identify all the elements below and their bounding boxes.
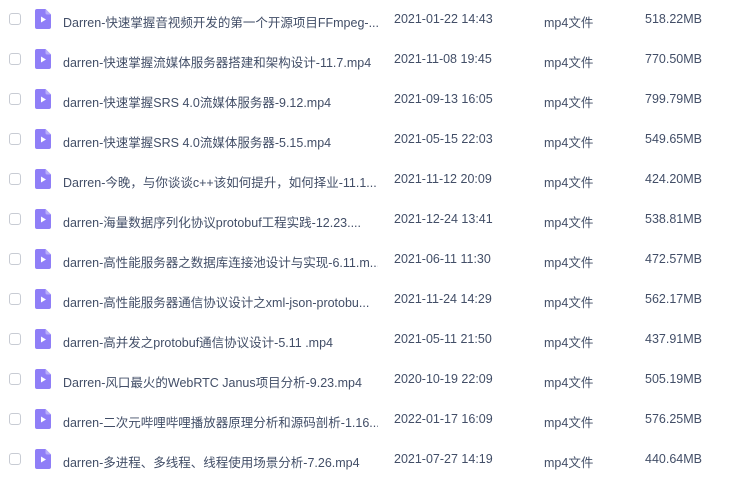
file-size: 576.25MB bbox=[645, 412, 702, 426]
row-checkbox[interactable] bbox=[9, 213, 21, 225]
video-file-icon bbox=[35, 9, 51, 29]
video-file-icon bbox=[35, 449, 51, 469]
video-file-icon bbox=[35, 249, 51, 269]
video-file-icon bbox=[35, 129, 51, 149]
file-row[interactable]: Darren-快速掌握音视频开发的第一个开源项目FFmpeg-... 2021-… bbox=[0, 0, 739, 40]
file-name[interactable]: darren-高并发之protobuf通信协议设计-5.11 .mp4 bbox=[63, 332, 378, 351]
file-type: mp4文件 bbox=[544, 456, 594, 470]
file-type: mp4文件 bbox=[544, 416, 594, 430]
file-name[interactable]: darren-快速掌握SRS 4.0流媒体服务器-9.12.mp4 bbox=[63, 92, 378, 111]
file-modified: 2021-11-24 14:29 bbox=[394, 292, 492, 306]
file-row[interactable]: darren-快速掌握SRS 4.0流媒体服务器-9.12.mp4 2021-0… bbox=[0, 80, 739, 120]
file-modified: 2021-12-24 13:41 bbox=[394, 212, 493, 226]
file-type: mp4文件 bbox=[544, 136, 594, 150]
file-type: mp4文件 bbox=[544, 56, 594, 70]
file-modified: 2021-01-22 14:43 bbox=[394, 12, 493, 26]
video-file-icon bbox=[35, 169, 51, 189]
row-checkbox[interactable] bbox=[9, 53, 21, 65]
file-name[interactable]: Darren-今晚，与你谈谈c++该如何提升，如何择业-11.1... bbox=[63, 172, 378, 191]
file-size: 518.22MB bbox=[645, 12, 702, 26]
row-checkbox[interactable] bbox=[9, 373, 21, 385]
row-checkbox[interactable] bbox=[9, 93, 21, 105]
file-size: 562.17MB bbox=[645, 292, 702, 306]
file-name[interactable]: darren-高性能服务器之数据库连接池设计与实现-6.11.m... bbox=[63, 252, 378, 271]
file-name[interactable]: darren-快速掌握SRS 4.0流媒体服务器-5.15.mp4 bbox=[63, 132, 378, 151]
row-checkbox[interactable] bbox=[9, 13, 21, 25]
video-file-icon bbox=[35, 89, 51, 109]
file-name[interactable]: Darren-快速掌握音视频开发的第一个开源项目FFmpeg-... bbox=[63, 12, 378, 31]
file-size: 472.57MB bbox=[645, 252, 702, 266]
file-name[interactable]: darren-高性能服务器通信协议设计之xml-json-protobu... bbox=[63, 292, 378, 311]
file-name[interactable]: darren-快速掌握流媒体服务器搭建和架构设计-11.7.mp4 bbox=[63, 52, 378, 71]
file-type: mp4文件 bbox=[544, 216, 594, 230]
file-modified: 2021-06-11 11:30 bbox=[394, 252, 491, 266]
file-name[interactable]: Darren-风口最火的WebRTC Janus项目分析-9.23.mp4 bbox=[63, 372, 378, 391]
row-checkbox[interactable] bbox=[9, 333, 21, 345]
file-row[interactable]: darren-多进程、多线程、线程使用场景分析-7.26.mp4 2021-07… bbox=[0, 440, 739, 480]
file-row[interactable]: Darren-今晚，与你谈谈c++该如何提升，如何择业-11.1... 2021… bbox=[0, 160, 739, 200]
file-size: 770.50MB bbox=[645, 52, 702, 66]
video-file-icon bbox=[35, 409, 51, 429]
file-size: 424.20MB bbox=[645, 172, 702, 186]
file-size: 437.91MB bbox=[645, 332, 702, 346]
file-row[interactable]: darren-高并发之protobuf通信协议设计-5.11 .mp4 2021… bbox=[0, 320, 739, 360]
row-checkbox[interactable] bbox=[9, 293, 21, 305]
file-type: mp4文件 bbox=[544, 376, 594, 390]
file-row[interactable]: darren-海量数据序列化协议protobuf工程实践-12.23.... 2… bbox=[0, 200, 739, 240]
file-row[interactable]: darren-高性能服务器通信协议设计之xml-json-protobu... … bbox=[0, 280, 739, 320]
file-row[interactable]: darren-高性能服务器之数据库连接池设计与实现-6.11.m... 2021… bbox=[0, 240, 739, 280]
file-size: 440.64MB bbox=[645, 452, 702, 466]
file-name[interactable]: darren-二次元哔哩哔哩播放器原理分析和源码剖析-1.16.... bbox=[63, 412, 378, 431]
file-list: Darren-快速掌握音视频开发的第一个开源项目FFmpeg-... 2021-… bbox=[0, 0, 739, 474]
file-type: mp4文件 bbox=[544, 16, 594, 30]
file-modified: 2022-01-17 16:09 bbox=[394, 412, 493, 426]
file-type: mp4文件 bbox=[544, 176, 594, 190]
file-row[interactable]: darren-二次元哔哩哔哩播放器原理分析和源码剖析-1.16.... 2022… bbox=[0, 400, 739, 440]
file-row[interactable]: Darren-风口最火的WebRTC Janus项目分析-9.23.mp4 20… bbox=[0, 360, 739, 400]
row-checkbox[interactable] bbox=[9, 413, 21, 425]
file-name[interactable]: darren-海量数据序列化协议protobuf工程实践-12.23.... bbox=[63, 212, 378, 231]
file-row[interactable]: darren-快速掌握SRS 4.0流媒体服务器-5.15.mp4 2021-0… bbox=[0, 120, 739, 160]
video-file-icon bbox=[35, 209, 51, 229]
file-size: 549.65MB bbox=[645, 132, 702, 146]
file-modified: 2021-05-15 22:03 bbox=[394, 132, 493, 146]
file-size: 538.81MB bbox=[645, 212, 702, 226]
file-modified: 2021-05-11 21:50 bbox=[394, 332, 492, 346]
file-type: mp4文件 bbox=[544, 256, 594, 270]
video-file-icon bbox=[35, 369, 51, 389]
file-modified: 2021-11-12 20:09 bbox=[394, 172, 492, 186]
video-file-icon bbox=[35, 289, 51, 309]
row-checkbox[interactable] bbox=[9, 133, 21, 145]
file-modified: 2021-11-08 19:45 bbox=[394, 52, 492, 66]
file-modified: 2021-09-13 16:05 bbox=[394, 92, 493, 106]
row-checkbox[interactable] bbox=[9, 173, 21, 185]
file-modified: 2021-07-27 14:19 bbox=[394, 452, 493, 466]
file-name[interactable]: darren-多进程、多线程、线程使用场景分析-7.26.mp4 bbox=[63, 452, 378, 471]
video-file-icon bbox=[35, 329, 51, 349]
file-row[interactable]: darren-快速掌握流媒体服务器搭建和架构设计-11.7.mp4 2021-1… bbox=[0, 40, 739, 80]
file-modified: 2020-10-19 22:09 bbox=[394, 372, 493, 386]
video-file-icon bbox=[35, 49, 51, 69]
file-size: 799.79MB bbox=[645, 92, 702, 106]
row-checkbox[interactable] bbox=[9, 453, 21, 465]
file-type: mp4文件 bbox=[544, 96, 594, 110]
file-type: mp4文件 bbox=[544, 296, 594, 310]
row-checkbox[interactable] bbox=[9, 253, 21, 265]
file-size: 505.19MB bbox=[645, 372, 702, 386]
file-type: mp4文件 bbox=[544, 336, 594, 350]
